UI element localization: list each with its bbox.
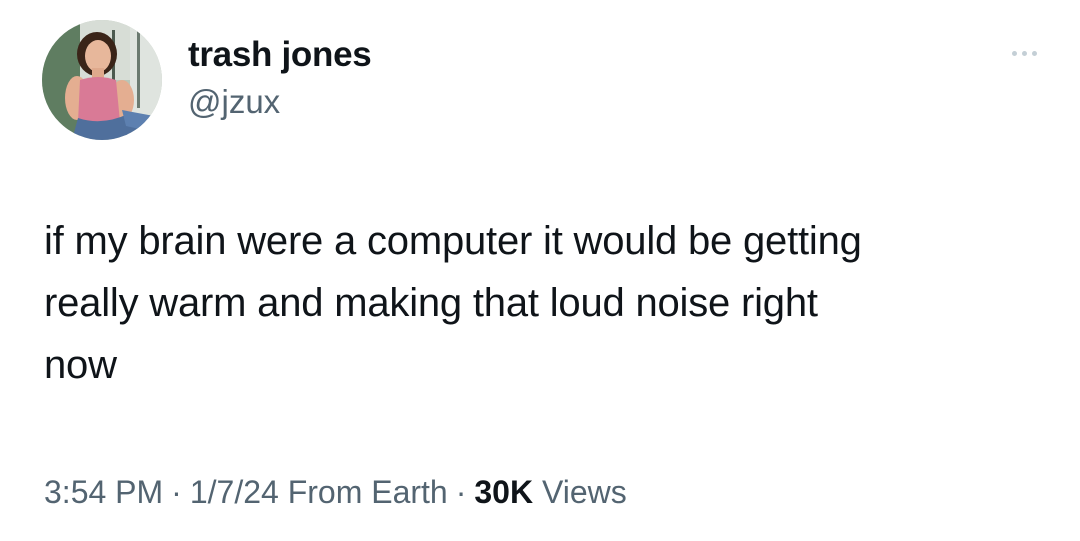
tweet-source: From Earth bbox=[287, 474, 448, 510]
tweet-text-line: really warm and making that loud noise r… bbox=[44, 281, 818, 325]
timestamp-time[interactable]: 3:54 PM bbox=[44, 474, 163, 510]
tweet-text-line: if my brain were a computer it would be … bbox=[44, 219, 862, 263]
user-handle[interactable]: @jzux bbox=[188, 82, 371, 122]
tweet-meta: 3:54 PM · 1/7/24 From Earth · 30K Views bbox=[44, 470, 627, 514]
tweet-text: if my brain were a computer it would be … bbox=[44, 210, 1044, 396]
views-count[interactable]: 30K bbox=[474, 474, 533, 510]
profile-photo-icon bbox=[42, 20, 162, 140]
separator: · bbox=[171, 474, 182, 510]
ellipsis-icon bbox=[1021, 50, 1027, 56]
ellipsis-icon bbox=[1011, 50, 1017, 56]
tweet-card: trash jones @jzux if my brain were a com… bbox=[0, 0, 1080, 541]
avatar[interactable] bbox=[42, 20, 162, 140]
ellipsis-icon bbox=[1031, 50, 1037, 56]
display-name[interactable]: trash jones bbox=[188, 34, 372, 76]
user-info: trash jones @jzux bbox=[188, 34, 372, 122]
tweet-text-line: now bbox=[44, 343, 117, 387]
more-options-button[interactable] bbox=[1000, 40, 1048, 66]
timestamp-date[interactable]: 1/7/24 bbox=[190, 474, 279, 510]
separator: · bbox=[455, 474, 467, 510]
views-label[interactable]: Views bbox=[542, 474, 627, 510]
